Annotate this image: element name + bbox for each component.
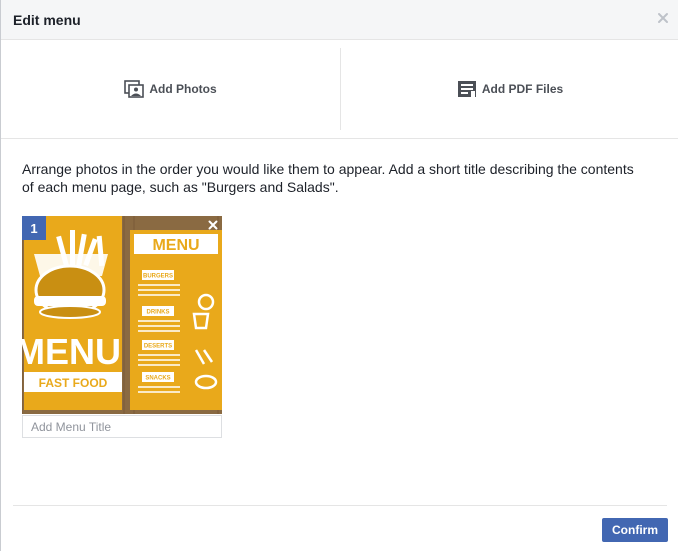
add-photos-button[interactable]: Add Photos — [1, 40, 340, 138]
dialog-header: Edit menu — [1, 0, 678, 40]
close-icon[interactable] — [657, 12, 669, 24]
svg-text:MENU: MENU — [152, 237, 199, 254]
page-order-badge: 1 — [22, 216, 46, 240]
menu-image: MENU FAST FOOD MENU BURGERS DRINKS DESER… — [22, 216, 222, 414]
add-pdf-label: Add PDF Files — [481, 82, 564, 96]
menu-headline: MENU — [22, 331, 121, 372]
confirm-button[interactable]: Confirm — [602, 518, 668, 542]
add-photos-label: Add Photos — [149, 82, 217, 96]
menu-page-thumbnail[interactable]: MENU FAST FOOD MENU BURGERS DRINKS DESER… — [22, 216, 222, 414]
menu-title-input[interactable] — [22, 415, 222, 438]
menu-page-card: MENU FAST FOOD MENU BURGERS DRINKS DESER… — [22, 216, 222, 438]
document-icon — [457, 81, 476, 97]
footer-divider — [13, 505, 667, 506]
photo-gallery-icon — [124, 80, 145, 98]
edit-menu-dialog: Edit menu Add Photos Add PDF Files Arran… — [0, 0, 678, 551]
instructions-text: Arrange photos in the order you would li… — [22, 161, 634, 195]
menu-subheadline: FAST FOOD — [39, 376, 108, 390]
add-pdf-button[interactable]: Add PDF Files — [341, 40, 678, 138]
svg-text:BURGERS: BURGERS — [143, 274, 173, 280]
svg-text:DESERTS: DESERTS — [144, 344, 172, 350]
dialog-title: Edit menu — [13, 12, 81, 28]
svg-text:SNACKS: SNACKS — [145, 376, 170, 382]
add-media-row: Add Photos Add PDF Files — [1, 40, 678, 139]
remove-photo-icon[interactable] — [208, 220, 218, 230]
svg-text:DRINKS: DRINKS — [146, 310, 169, 316]
